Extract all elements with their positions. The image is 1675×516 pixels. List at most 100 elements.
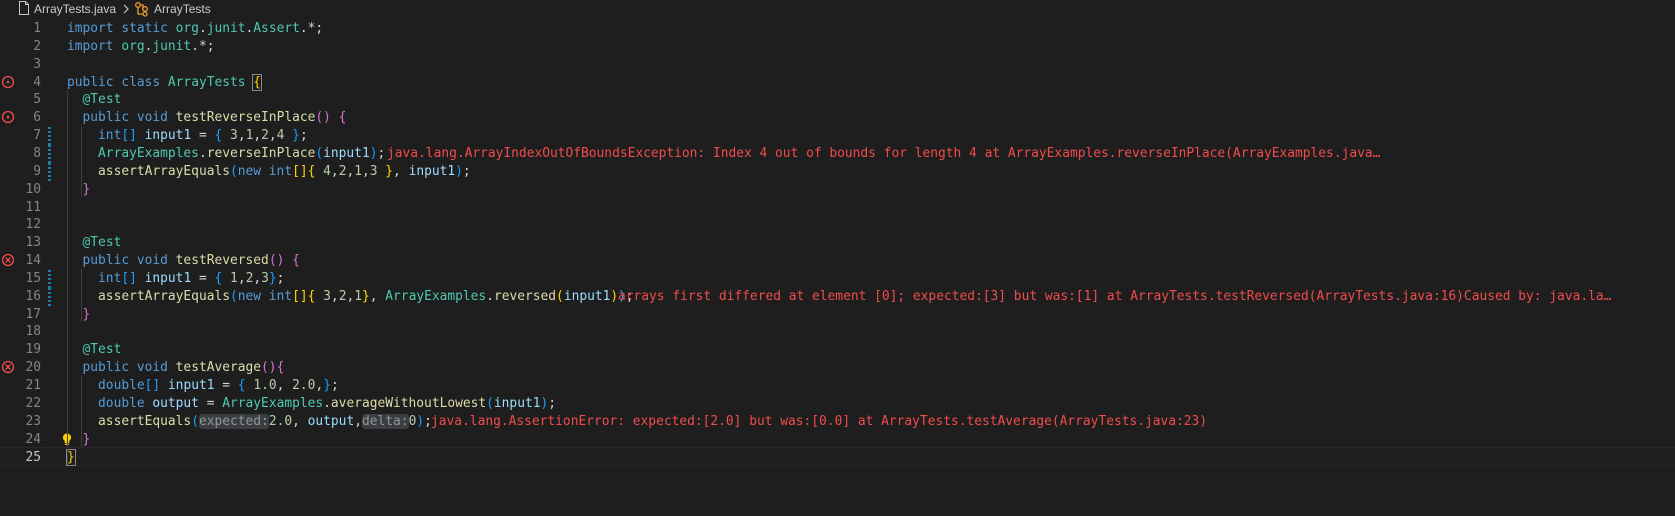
indent-guide	[81, 376, 82, 448]
code-text: @Test	[67, 233, 122, 252]
code-token: []	[121, 128, 137, 144]
code-token: ,	[253, 270, 262, 286]
code-token: void	[136, 110, 176, 126]
code-token: .*;	[299, 21, 324, 36]
modified-line-marker[interactable]	[48, 161, 51, 181]
code-token: {	[292, 253, 300, 269]
code-token: {	[276, 360, 285, 376]
code-token: assertArrayEquals	[98, 163, 230, 179]
code-text: }	[67, 305, 91, 324]
modified-line-marker[interactable]	[48, 143, 51, 163]
code-token: ,	[369, 288, 386, 304]
modified-line-marker[interactable]	[48, 286, 51, 306]
line-number: 10	[25, 181, 41, 197]
line-number: 5	[33, 92, 41, 108]
code-token: public	[82, 110, 137, 126]
code-token: }	[292, 128, 300, 144]
code-token: static	[121, 21, 176, 36]
code-line[interactable]: 22 double output = ArrayExamples.average…	[0, 394, 1675, 413]
code-token: int	[98, 270, 122, 286]
code-line[interactable]: 25}	[0, 447, 1675, 467]
code-text: public void testReverseInPlace() {	[67, 108, 347, 127]
code-token: ;	[299, 128, 308, 144]
line-number: 1	[33, 21, 41, 36]
code-token: public	[82, 360, 137, 376]
code-token: ;	[330, 378, 339, 393]
code-text: assertArrayEquals(new int[]{ 4,2,1,3 }, …	[67, 162, 471, 181]
code-token: input1	[493, 395, 541, 411]
code-line[interactable]: 20 public void testAverage(){	[0, 358, 1675, 377]
code-line[interactable]: 16 assertArrayEquals(new int[]{ 3,2,1}, …	[0, 286, 1675, 306]
test-status-icon[interactable]	[1, 110, 15, 124]
code-line[interactable]: 2 import org.junit.*;	[0, 37, 1675, 56]
code-token: =	[191, 128, 215, 144]
line-number: 13	[25, 235, 41, 251]
code-line[interactable]: 12	[0, 215, 1675, 234]
code-token: ;	[377, 145, 386, 161]
code-token: 4	[323, 163, 331, 179]
code-line[interactable]: 5 @Test	[0, 90, 1675, 109]
code-line[interactable]: 11	[0, 198, 1675, 217]
code-line[interactable]: 10 }	[0, 180, 1675, 199]
line-number: 22	[25, 395, 41, 411]
code-line[interactable]: 3	[0, 55, 1675, 74]
code-line[interactable]: 8 ArrayExamples.reverseInPlace(input1); j…	[0, 143, 1675, 163]
test-failed-icon[interactable]	[1, 360, 15, 374]
code-line[interactable]: 23 assertEquals(expected:2.0, output,del…	[0, 412, 1675, 431]
code-token: =	[214, 378, 238, 393]
code-line[interactable]: 4 public class ArrayTests {	[0, 73, 1675, 92]
code-line[interactable]: 18	[0, 322, 1675, 341]
code-line[interactable]: 9 assertArrayEquals(new int[]{ 4,2,1,3 }…	[0, 161, 1675, 181]
code-line[interactable]: 14 public void testReversed() {	[0, 251, 1675, 270]
code-text: public void testAverage(){	[67, 358, 285, 377]
code-token: .	[198, 145, 207, 161]
code-token: ,	[330, 288, 339, 304]
code-token: []	[121, 270, 137, 286]
code-line[interactable]: 21 double[] input1 = { 1.0, 2.0,};	[0, 376, 1675, 395]
code-token: }	[82, 306, 91, 322]
code-token: }	[361, 288, 370, 304]
modified-line-marker[interactable]	[48, 126, 51, 146]
code-line[interactable]: 6 public void testReverseInPlace() {	[0, 108, 1675, 127]
code-token: (	[486, 395, 494, 411]
breadcrumb-symbol[interactable]: ArrayTests	[134, 1, 211, 17]
code-line[interactable]: 17 }	[0, 305, 1675, 324]
code-token: }	[66, 449, 76, 467]
code-token: 1	[230, 270, 238, 286]
code-editor[interactable]: 1 import static org.junit.Assert.*; 2 impor…	[0, 18, 1675, 516]
test-error-message[interactable]: arrays first differed at element [0]; ex…	[618, 287, 1611, 306]
code-line[interactable]: 13 @Test	[0, 233, 1675, 252]
code-token: (	[229, 163, 238, 179]
code-token: 2	[261, 128, 269, 144]
modified-line-marker[interactable]	[48, 268, 51, 288]
code-line[interactable]: 7 int[] input1 = { 3,1,2,4 };	[0, 126, 1675, 146]
code-token: assertEquals	[98, 413, 192, 429]
code-token: ArrayExamples	[222, 395, 324, 411]
line-number: 21	[25, 378, 41, 393]
test-status-icon[interactable]	[1, 75, 15, 89]
code-token: ,	[268, 128, 277, 144]
code-token: org	[175, 21, 199, 36]
code-token: ,	[253, 128, 262, 144]
code-token: input1	[408, 163, 456, 179]
test-failed-icon[interactable]	[1, 253, 15, 267]
code-token: ;	[462, 163, 471, 179]
code-token: (	[191, 413, 199, 429]
test-error-message[interactable]: java.lang.AssertionError: expected:[2.0]…	[431, 412, 1207, 431]
code-line[interactable]: 19 @Test	[0, 340, 1675, 359]
line-number: 8	[33, 145, 41, 161]
test-error-message[interactable]: java.lang.ArrayIndexOutOfBoundsException…	[387, 144, 1380, 163]
code-line[interactable]: 24 }	[0, 430, 1675, 449]
breadcrumb-file-label: ArrayTests.java	[34, 2, 117, 16]
code-token: import	[67, 21, 122, 36]
inlay-hint: delta:	[361, 413, 409, 429]
code-line[interactable]: 1 import static org.junit.Assert.*;	[0, 19, 1675, 38]
breadcrumb-file[interactable]: ArrayTests.java	[34, 1, 116, 17]
code-token: public	[82, 253, 137, 269]
code-line[interactable]: 15 int[] input1 = { 1,2,3};	[0, 268, 1675, 288]
code-text: public class ArrayTests {	[67, 73, 263, 92]
code-token: @Test	[82, 235, 122, 251]
breadcrumb-symbol-label: ArrayTests	[154, 2, 211, 16]
